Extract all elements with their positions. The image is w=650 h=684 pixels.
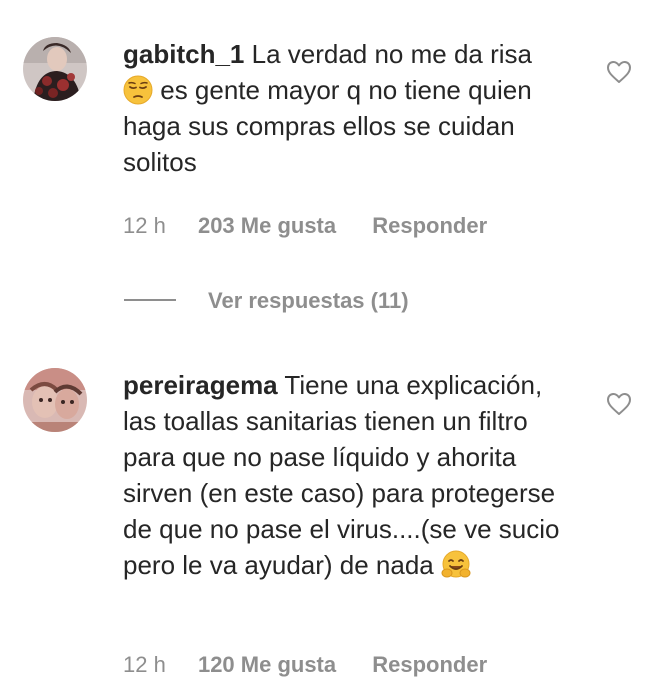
comment-body: La verdad no me da risa: [251, 39, 532, 69]
comment-body: Tiene una explicación, las toallas sanit…: [123, 370, 560, 580]
avatar[interactable]: [23, 37, 87, 101]
like-heart-icon[interactable]: [606, 392, 632, 416]
comment-body-continued: es gente mayor q no tiene quien haga sus…: [123, 75, 532, 177]
like-heart-icon[interactable]: [606, 60, 632, 84]
comment-likes-count[interactable]: 203 Me gusta: [198, 213, 336, 239]
avatar[interactable]: [23, 368, 87, 432]
replies-divider-line: [124, 299, 176, 301]
view-replies-label: Ver respuestas (11): [208, 288, 409, 313]
comment-text: gabitch_1 La verdad no me da risa es gen…: [123, 36, 563, 180]
comment-likes-count[interactable]: 120 Me gusta: [198, 652, 336, 678]
reply-button[interactable]: Responder: [372, 213, 487, 239]
comment-timestamp: 12 h: [123, 652, 166, 677]
comment-username[interactable]: gabitch_1: [123, 39, 244, 69]
view-replies-button[interactable]: Ver respuestas (11): [124, 288, 409, 314]
avatar-image: [23, 368, 87, 432]
comment-meta: 12 h 120 Me gusta Responder: [123, 652, 487, 678]
comment-meta: 12 h 203 Me gusta Responder: [123, 213, 487, 239]
reply-button[interactable]: Responder: [372, 652, 487, 678]
comment-text: pereiragema Tiene una explicación, las t…: [123, 367, 563, 583]
avatar-image: [23, 37, 87, 101]
comment-username[interactable]: pereiragema: [123, 370, 278, 400]
comment-timestamp: 12 h: [123, 213, 166, 238]
pensive-face-emoji-icon: [123, 75, 153, 105]
hugging-face-emoji-icon: [441, 550, 471, 578]
